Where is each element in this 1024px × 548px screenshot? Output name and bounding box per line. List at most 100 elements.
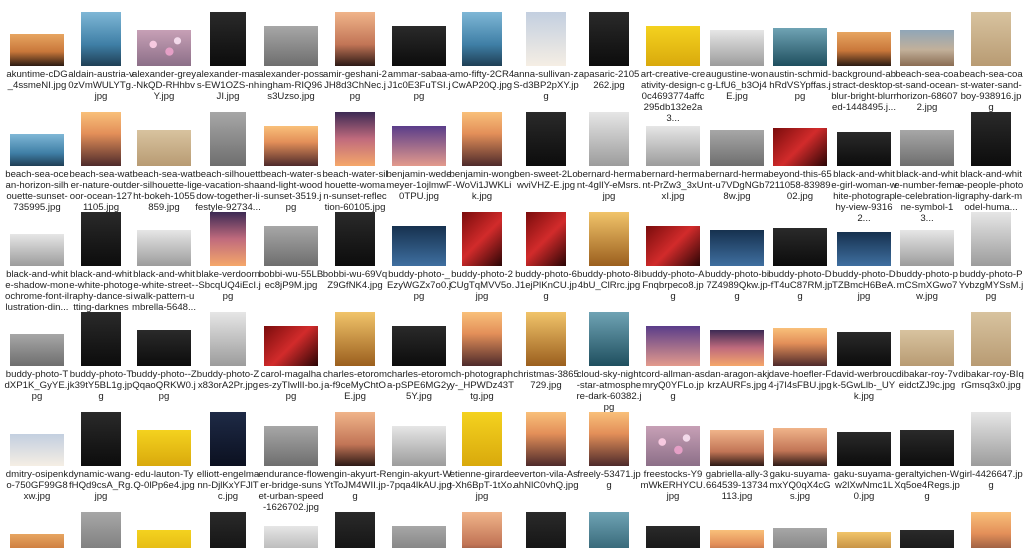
image-thumbnail[interactable]: [971, 412, 1011, 466]
image-thumbnail[interactable]: [462, 312, 502, 366]
image-thumbnail[interactable]: [81, 312, 121, 366]
image-thumbnail[interactable]: [589, 512, 629, 548]
image-thumbnail[interactable]: [81, 212, 121, 266]
image-thumbnail[interactable]: [462, 512, 502, 548]
image-thumbnail[interactable]: [900, 30, 954, 66]
image-thumbnail[interactable]: [900, 330, 954, 366]
image-thumbnail[interactable]: [137, 130, 191, 166]
image-thumbnail[interactable]: [710, 430, 764, 466]
image-thumbnail[interactable]: [773, 228, 827, 266]
image-thumbnail[interactable]: [264, 226, 318, 266]
image-thumbnail[interactable]: [10, 34, 64, 66]
image-thumbnail[interactable]: [773, 28, 827, 66]
image-thumbnail[interactable]: [210, 212, 246, 266]
image-thumbnail[interactable]: [137, 30, 191, 66]
image-thumbnail[interactable]: [900, 530, 954, 548]
image-thumbnail[interactable]: [81, 112, 121, 166]
image-thumbnail[interactable]: [526, 212, 566, 266]
image-thumbnail[interactable]: [392, 526, 446, 548]
image-thumbnail[interactable]: [646, 226, 700, 266]
image-thumbnail[interactable]: [710, 230, 764, 266]
image-thumbnail[interactable]: [10, 334, 64, 366]
image-thumbnail[interactable]: [710, 330, 764, 366]
image-thumbnail[interactable]: [589, 412, 629, 466]
image-thumbnail[interactable]: [335, 412, 375, 466]
image-thumbnail[interactable]: [589, 112, 629, 166]
image-thumbnail[interactable]: [773, 428, 827, 466]
image-thumbnail[interactable]: [137, 330, 191, 366]
image-thumbnail[interactable]: [710, 30, 764, 66]
image-thumbnail[interactable]: [264, 326, 318, 366]
image-thumbnail[interactable]: [971, 212, 1011, 266]
image-thumbnail[interactable]: [264, 26, 318, 66]
image-thumbnail[interactable]: [335, 512, 375, 548]
image-thumbnail[interactable]: [837, 432, 891, 466]
image-thumbnail[interactable]: [526, 12, 566, 66]
image-thumbnail[interactable]: [900, 230, 954, 266]
image-thumbnail[interactable]: [589, 212, 629, 266]
image-thumbnail[interactable]: [773, 328, 827, 366]
image-thumbnail[interactable]: [392, 26, 446, 66]
image-thumbnail[interactable]: [210, 12, 246, 66]
file-name: christmas-3865729.jpg: [513, 369, 579, 391]
image-thumbnail[interactable]: [392, 426, 446, 466]
image-thumbnail[interactable]: [335, 112, 375, 166]
image-thumbnail[interactable]: [589, 312, 629, 366]
image-thumbnail[interactable]: [137, 430, 191, 466]
image-thumbnail[interactable]: [462, 412, 502, 466]
image-thumbnail[interactable]: [971, 112, 1011, 166]
image-thumbnail[interactable]: [10, 234, 64, 266]
image-thumbnail[interactable]: [773, 528, 827, 548]
file-name: austin-schmid-hRdVSYpffas.jpg: [768, 69, 832, 102]
image-thumbnail[interactable]: [526, 412, 566, 466]
image-thumbnail[interactable]: [264, 426, 318, 466]
image-thumbnail[interactable]: [646, 426, 700, 466]
image-thumbnail[interactable]: [526, 512, 566, 548]
image-thumbnail[interactable]: [646, 326, 700, 366]
image-thumbnail[interactable]: [773, 128, 827, 166]
image-thumbnail[interactable]: [710, 530, 764, 548]
file-name: buddy-photo-2CUgTqMVV5o.jpg: [449, 269, 515, 302]
image-thumbnail[interactable]: [335, 212, 375, 266]
image-thumbnail[interactable]: [264, 526, 318, 548]
image-thumbnail[interactable]: [81, 12, 121, 66]
image-thumbnail[interactable]: [10, 534, 64, 548]
image-thumbnail[interactable]: [462, 212, 502, 266]
image-thumbnail[interactable]: [646, 26, 700, 66]
file-name: blake-verdoorn-SbcqUQ4iEcI.jpg: [195, 269, 261, 302]
image-thumbnail[interactable]: [462, 12, 502, 66]
image-thumbnail[interactable]: [971, 512, 1011, 548]
image-thumbnail[interactable]: [900, 130, 954, 166]
image-thumbnail[interactable]: [589, 12, 629, 66]
image-thumbnail[interactable]: [837, 332, 891, 366]
image-thumbnail[interactable]: [837, 132, 891, 166]
image-thumbnail[interactable]: [462, 112, 502, 166]
image-thumbnail[interactable]: [526, 112, 566, 166]
image-thumbnail[interactable]: [646, 526, 700, 548]
image-thumbnail[interactable]: [210, 512, 246, 548]
image-thumbnail[interactable]: [335, 312, 375, 366]
image-thumbnail[interactable]: [900, 430, 954, 466]
image-thumbnail[interactable]: [392, 126, 446, 166]
image-thumbnail[interactable]: [210, 312, 246, 366]
image-thumbnail[interactable]: [264, 126, 318, 166]
image-thumbnail[interactable]: [971, 312, 1011, 366]
image-thumbnail[interactable]: [646, 126, 700, 166]
image-thumbnail[interactable]: [971, 12, 1011, 66]
image-thumbnail[interactable]: [210, 412, 246, 466]
image-thumbnail[interactable]: [10, 434, 64, 466]
image-thumbnail[interactable]: [81, 512, 121, 548]
image-thumbnail[interactable]: [10, 134, 64, 166]
image-thumbnail[interactable]: [335, 12, 375, 66]
image-thumbnail[interactable]: [81, 412, 121, 466]
image-thumbnail[interactable]: [392, 226, 446, 266]
image-thumbnail[interactable]: [837, 32, 891, 66]
image-thumbnail[interactable]: [710, 130, 764, 166]
image-thumbnail[interactable]: [837, 532, 891, 548]
image-thumbnail[interactable]: [392, 326, 446, 366]
image-thumbnail[interactable]: [837, 232, 891, 266]
image-thumbnail[interactable]: [137, 530, 191, 548]
image-thumbnail[interactable]: [526, 312, 566, 366]
image-thumbnail[interactable]: [137, 230, 191, 266]
image-thumbnail[interactable]: [210, 112, 246, 166]
